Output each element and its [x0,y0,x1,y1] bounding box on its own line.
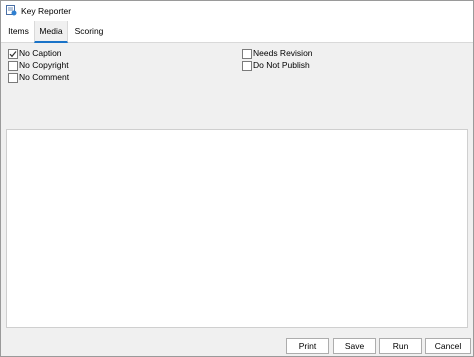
do-not-publish-checkbox[interactable] [242,61,252,71]
no-comment-label: No Comment [19,72,70,82]
tab-scoring[interactable]: Scoring [68,21,110,42]
no-caption-label: No Caption [19,48,62,58]
save-button[interactable]: Save [333,338,376,354]
run-button[interactable]: Run [379,338,422,354]
tab-media[interactable]: Media [34,21,68,43]
needs-revision-checkbox[interactable] [242,49,252,59]
app-icon [6,5,17,16]
title-bar: Key Reporter [1,1,473,21]
needs-revision-label: Needs Revision [253,48,313,58]
checkmark-icon [9,51,17,58]
tab-bar: Items Media Scoring [1,21,473,43]
cancel-button[interactable]: Cancel [425,338,471,354]
no-comment-checkbox[interactable] [8,73,18,83]
no-copyright-checkbox[interactable] [8,61,18,71]
no-caption-checkbox[interactable] [8,49,18,59]
report-output-area[interactable] [6,129,468,328]
no-copyright-label: No Copyright [19,60,69,70]
tab-items[interactable]: Items [3,21,34,42]
print-button[interactable]: Print [286,338,329,354]
key-reporter-window: Key Reporter Items Media Scoring No Capt… [0,0,474,357]
do-not-publish-label: Do Not Publish [253,60,310,70]
window-title: Key Reporter [21,6,72,16]
